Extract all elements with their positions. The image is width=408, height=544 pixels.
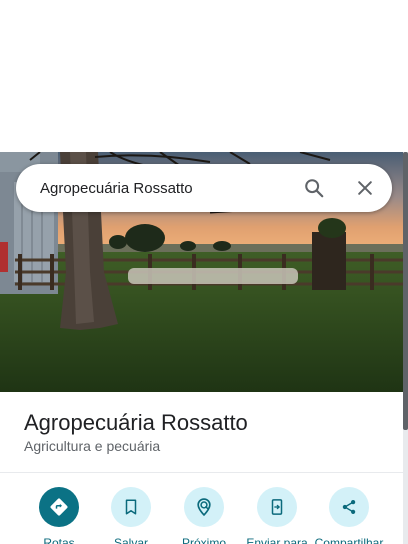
- save-button[interactable]: Salvar: [94, 487, 168, 544]
- directions-icon: [50, 498, 68, 516]
- map-area-blank: [0, 0, 408, 152]
- place-category[interactable]: Agricultura e pecuária: [24, 438, 160, 454]
- scrollbar-thumb[interactable]: [403, 152, 408, 430]
- share-icon: [342, 500, 356, 514]
- share-button[interactable]: Compartilhar: [312, 487, 386, 544]
- nearby-icon-circle: [184, 487, 224, 527]
- save-icon-circle: [111, 487, 151, 527]
- nearby-icon: [197, 498, 211, 517]
- nearby-button[interactable]: Próximo: [167, 487, 241, 544]
- search-input[interactable]: [40, 164, 290, 212]
- share-label: Compartilhar: [314, 536, 384, 544]
- place-info: Agropecuária Rossatto Agricultura e pecu…: [0, 392, 403, 472]
- action-bar: Rotas Salvar Próximo Enviar para Compart…: [0, 473, 403, 544]
- search-button[interactable]: [298, 172, 330, 204]
- place-title: Agropecuária Rossatto: [24, 410, 248, 435]
- close-icon: [358, 181, 372, 195]
- send-to-phone-button[interactable]: Enviar para: [240, 487, 314, 544]
- search-box: [16, 164, 392, 212]
- close-button[interactable]: [349, 172, 381, 204]
- directions-button[interactable]: Rotas: [22, 487, 96, 544]
- send-to-phone-icon: [271, 499, 283, 515]
- search-icon: [305, 179, 324, 198]
- send-to-phone-icon-circle: [257, 487, 297, 527]
- bookmark-icon: [125, 499, 137, 515]
- share-icon-circle: [329, 487, 369, 527]
- directions-icon-circle: [39, 487, 79, 527]
